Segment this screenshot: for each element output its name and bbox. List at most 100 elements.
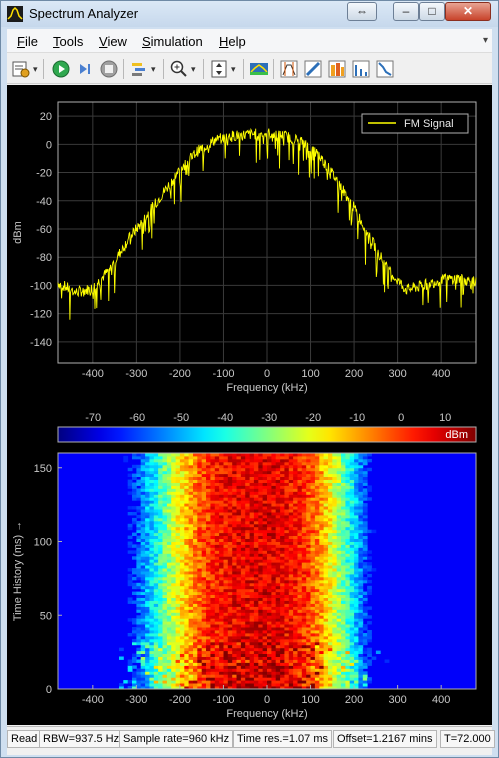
- x-tick-label: -300: [125, 694, 147, 706]
- x-tick-label: 300: [388, 368, 406, 380]
- y-tick-label: 20: [40, 111, 52, 123]
- y-axis-label: Time History (ms) →: [12, 521, 24, 621]
- zoom-dropdown-icon[interactable]: ▾: [191, 64, 196, 75]
- title-bar[interactable]: Spectrum Analyzer ⇔ – □ ✕: [1, 1, 498, 27]
- y-tick-label: -120: [30, 309, 52, 321]
- chevron-down-icon[interactable]: ▾: [483, 35, 488, 46]
- x-tick-label: -100: [212, 368, 234, 380]
- spectrum-plot[interactable]: -400 -300 -200 -100 0 100 200 300 400200-20-40-6…: [12, 101, 477, 394]
- minimize-icon: –: [402, 4, 410, 18]
- x-axis-label: Frequency (kHz): [226, 708, 307, 720]
- toolbar-separator: [203, 59, 204, 79]
- x-tick-label: -400: [82, 368, 104, 380]
- x-tick-label: -100: [212, 694, 234, 706]
- maximize-icon: □: [428, 4, 436, 18]
- maximize-button[interactable]: □: [419, 2, 445, 21]
- x-tick-label: -200: [169, 694, 191, 706]
- colorbar-gradient: [57, 426, 477, 443]
- status-bar: Read RBW=937.5 Hz Sample rate=960 kHz Ti…: [7, 726, 495, 750]
- colorbar-tick-label: 0: [398, 412, 404, 424]
- peak-finder-icon[interactable]: [303, 59, 323, 79]
- colorbar-tick-label: -30: [261, 412, 277, 424]
- restore-arrows-icon: ⇔: [356, 4, 368, 18]
- status-time: T=72.000: [440, 730, 495, 748]
- app-window: Spectrum Analyzer ⇔ – □ ✕ File Tools Vie…: [0, 0, 499, 758]
- colorbar-tick-label: -10: [349, 412, 365, 424]
- menu-tools[interactable]: Tools: [53, 34, 83, 49]
- ccdf-icon[interactable]: [375, 59, 395, 79]
- x-tick-label: 0: [264, 368, 270, 380]
- colorbar-tick-label: -50: [173, 412, 189, 424]
- app-icon: [7, 6, 23, 22]
- x-tick-label: 0: [264, 694, 270, 706]
- step-forward-icon[interactable]: [75, 59, 95, 79]
- cursor-measure-icon[interactable]: [279, 59, 299, 79]
- y-tick-label: 100: [34, 537, 52, 549]
- x-tick-label: -300: [125, 368, 147, 380]
- spectrogram-cells: [119, 453, 390, 690]
- menu-help[interactable]: Help: [219, 34, 246, 49]
- colorbar-tick-label: 10: [439, 412, 451, 424]
- x-tick-label: 400: [432, 368, 450, 380]
- scale-axes-icon[interactable]: [209, 59, 229, 79]
- menu-simulation[interactable]: Simulation: [142, 34, 203, 49]
- status-offset: Offset=1.2167 mins: [333, 730, 437, 748]
- toolbar-separator: [243, 59, 244, 79]
- spectrogram-plot[interactable]: -400 -300 -200 -100 0 100 200 300 400 0 50 100 150 Fr…: [12, 452, 477, 720]
- x-tick-label: 200: [345, 368, 363, 380]
- x-tick-label: -200: [169, 368, 191, 380]
- x-tick-label: 300: [388, 694, 406, 706]
- legend: FM Signal: [361, 113, 469, 134]
- settings-icon[interactable]: [11, 59, 31, 79]
- toolbar-separator: [123, 59, 124, 79]
- y-tick-label: -80: [36, 252, 52, 264]
- play-icon[interactable]: [51, 59, 71, 79]
- toolbar-separator: [273, 59, 274, 79]
- minimize-button[interactable]: –: [393, 2, 419, 21]
- close-button[interactable]: ✕: [445, 2, 491, 21]
- settings-dropdown-icon[interactable]: ▾: [33, 64, 38, 75]
- toolbar: ▾ ▾ ▾ ▾: [7, 54, 492, 84]
- channel-measure-icon[interactable]: [327, 59, 347, 79]
- colorbar: -70 -60 -50 -40 -30 -20 -10 0 10 dBm: [57, 412, 477, 443]
- status-time-res: Time res.=1.07 ms: [233, 730, 332, 748]
- y-tick-label: 0: [46, 139, 52, 151]
- scale-axes-dropdown-icon[interactable]: ▾: [231, 64, 236, 75]
- colorbar-tick-label: -70: [85, 412, 101, 424]
- y-tick-label: -60: [36, 224, 52, 236]
- status-state: Read: [7, 730, 42, 748]
- y-tick-label: -100: [30, 280, 52, 292]
- highlight-icon[interactable]: [129, 59, 149, 79]
- toolbar-separator: [43, 59, 44, 79]
- close-icon: ✕: [462, 4, 474, 18]
- x-tick-label: -400: [82, 694, 104, 706]
- y-tick-label: 150: [34, 463, 52, 475]
- y-axis-label: dBm: [12, 221, 24, 244]
- colorbar-tick-label: -60: [129, 412, 145, 424]
- window-title: Spectrum Analyzer: [29, 6, 139, 21]
- distortion-icon[interactable]: [351, 59, 371, 79]
- status-rbw: RBW=937.5 Hz: [39, 730, 124, 748]
- restore-arrows-button[interactable]: ⇔: [347, 2, 377, 21]
- colorbar-tick-label: -40: [217, 412, 233, 424]
- scope-display[interactable]: -400 -300 -200 -100 0 100 200 300 400 20 0 -20 -40 -6…: [7, 85, 492, 725]
- menu-view[interactable]: View: [99, 34, 127, 49]
- colorbar-unit-label: dBm: [445, 429, 468, 441]
- highlight-dropdown-icon[interactable]: ▾: [151, 64, 156, 75]
- x-tick-label: 200: [345, 694, 363, 706]
- client-area: File Tools View Simulation Help ▾ ▾ ▾ ▾ …: [7, 29, 495, 755]
- y-tick-label: -20: [36, 168, 52, 180]
- zoom-icon[interactable]: [169, 59, 189, 79]
- y-tick-label: -140: [30, 337, 52, 349]
- menu-bar: File Tools View Simulation Help ▾: [7, 29, 492, 53]
- stop-icon[interactable]: [99, 59, 119, 79]
- status-sample-rate: Sample rate=960 kHz: [119, 730, 234, 748]
- toolbar-separator: [163, 59, 164, 79]
- x-tick-label: 400: [432, 694, 450, 706]
- y-tick-label: 50: [40, 610, 52, 622]
- x-tick-label: 100: [301, 368, 319, 380]
- spectrum-icon[interactable]: [249, 59, 269, 79]
- menu-file[interactable]: File: [17, 34, 38, 49]
- colorbar-tick-label: -20: [305, 412, 321, 424]
- x-axis-label: Frequency (kHz): [226, 382, 307, 394]
